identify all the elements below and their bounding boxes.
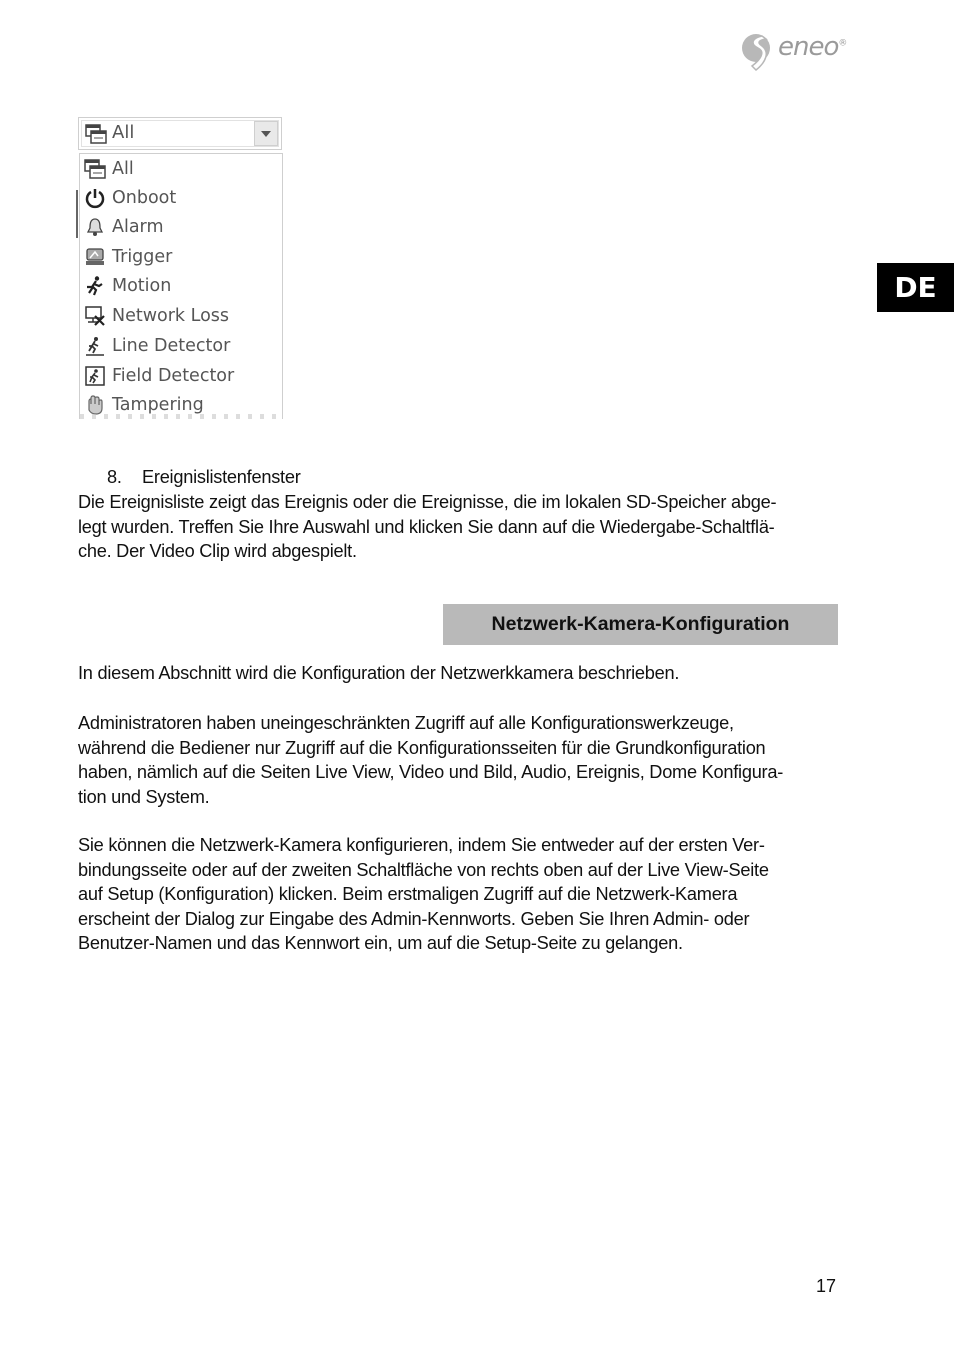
text-line: auf Setup (Konfiguration) klicken. Beim … [78,884,738,905]
paragraph-setup: Sie können die Netzwerk-Kamera konfiguri… [78,833,848,956]
option-label: Tampering [112,395,204,415]
page-number: 17 [816,1276,837,1296]
chevron-down-icon[interactable] [254,121,278,146]
bell-icon [86,218,104,236]
field-detector-icon [85,366,105,386]
paragraph-intro: In diesem Abschnitt wird die Konfigurati… [78,661,848,686]
section-heading: Netzwerk-Kamera-Konfiguration [443,604,838,645]
option-label: All [112,159,134,179]
hand-icon [88,395,103,415]
trigger-icon [86,248,104,265]
option-network-loss[interactable]: Network Loss [84,302,229,330]
text-line: legt wurden. Treffen Sie Ihre Auswahl un… [78,516,775,537]
network-loss-icon [85,306,105,326]
option-label: Trigger [112,247,173,267]
text-line: Sie können die Netzwerk-Kamera konfiguri… [78,835,765,855]
power-icon [85,189,105,209]
option-onboot[interactable]: Onboot [84,184,176,212]
option-label: Alarm [112,217,164,237]
paragraph-admin: Administratoren haben uneingeschränkten … [78,711,848,809]
eneo-swirl-icon [742,34,770,72]
option-label: Field Detector [112,366,235,386]
item-title: Ereignislistenfenster [142,467,301,487]
text-line: erscheint der Dialog zur Eingabe des Adm… [78,908,750,929]
text-line: tion und System. [78,786,210,807]
paragraph-event-list: Die Ereignisliste zeigt das Ereignis ode… [78,490,848,564]
option-all[interactable]: All [84,155,134,183]
text-line: haben, nämlich auf die Seiten Live View,… [78,762,784,783]
event-filter-options: All Onboot Alarm Trigger Motion Network … [79,153,283,419]
text-line: Benutzer-Namen und das Kennwort ein, um … [78,933,683,954]
language-tab: DE [877,263,954,312]
option-motion[interactable]: Motion [84,272,171,300]
event-filter-dropdown[interactable]: All [78,117,282,150]
text-line: bindungsseite oder auf der zweiten Schal… [78,859,769,880]
line-detector-icon [86,337,104,356]
text-line: Administratoren haben uneingeschränkten … [78,713,734,733]
event-filter-selected-value: All [112,122,135,143]
text-line: che. Der Video Clip wird abgespielt. [78,541,357,562]
option-trigger[interactable]: Trigger [84,243,172,271]
option-line-detector[interactable]: Line Detector [84,332,230,360]
option-label: Line Detector [112,336,231,356]
option-label: Onboot [112,188,177,208]
running-person-icon [87,276,103,296]
list-truncation [80,414,282,419]
option-label: Motion [112,276,172,296]
text-line: während die Bediener nur Zugriff auf die… [78,737,766,758]
text-line: In diesem Abschnitt wird die Konfigurati… [78,663,680,683]
text-line: Die Ereignisliste zeigt das Ereignis ode… [78,492,777,512]
brand-logo-text: eneo® [778,32,847,62]
list-edge-decoration [76,190,78,238]
option-label: Network Loss [112,306,230,326]
option-alarm[interactable]: Alarm [84,213,164,241]
event-list-icon [84,159,106,179]
item-number: 8. [107,467,122,487]
brand-logo: eneo® [740,30,847,72]
option-field-detector[interactable]: Field Detector [84,362,234,390]
numbered-item: 8. Ereignislistenfenster [107,465,301,490]
event-list-icon [85,124,107,144]
